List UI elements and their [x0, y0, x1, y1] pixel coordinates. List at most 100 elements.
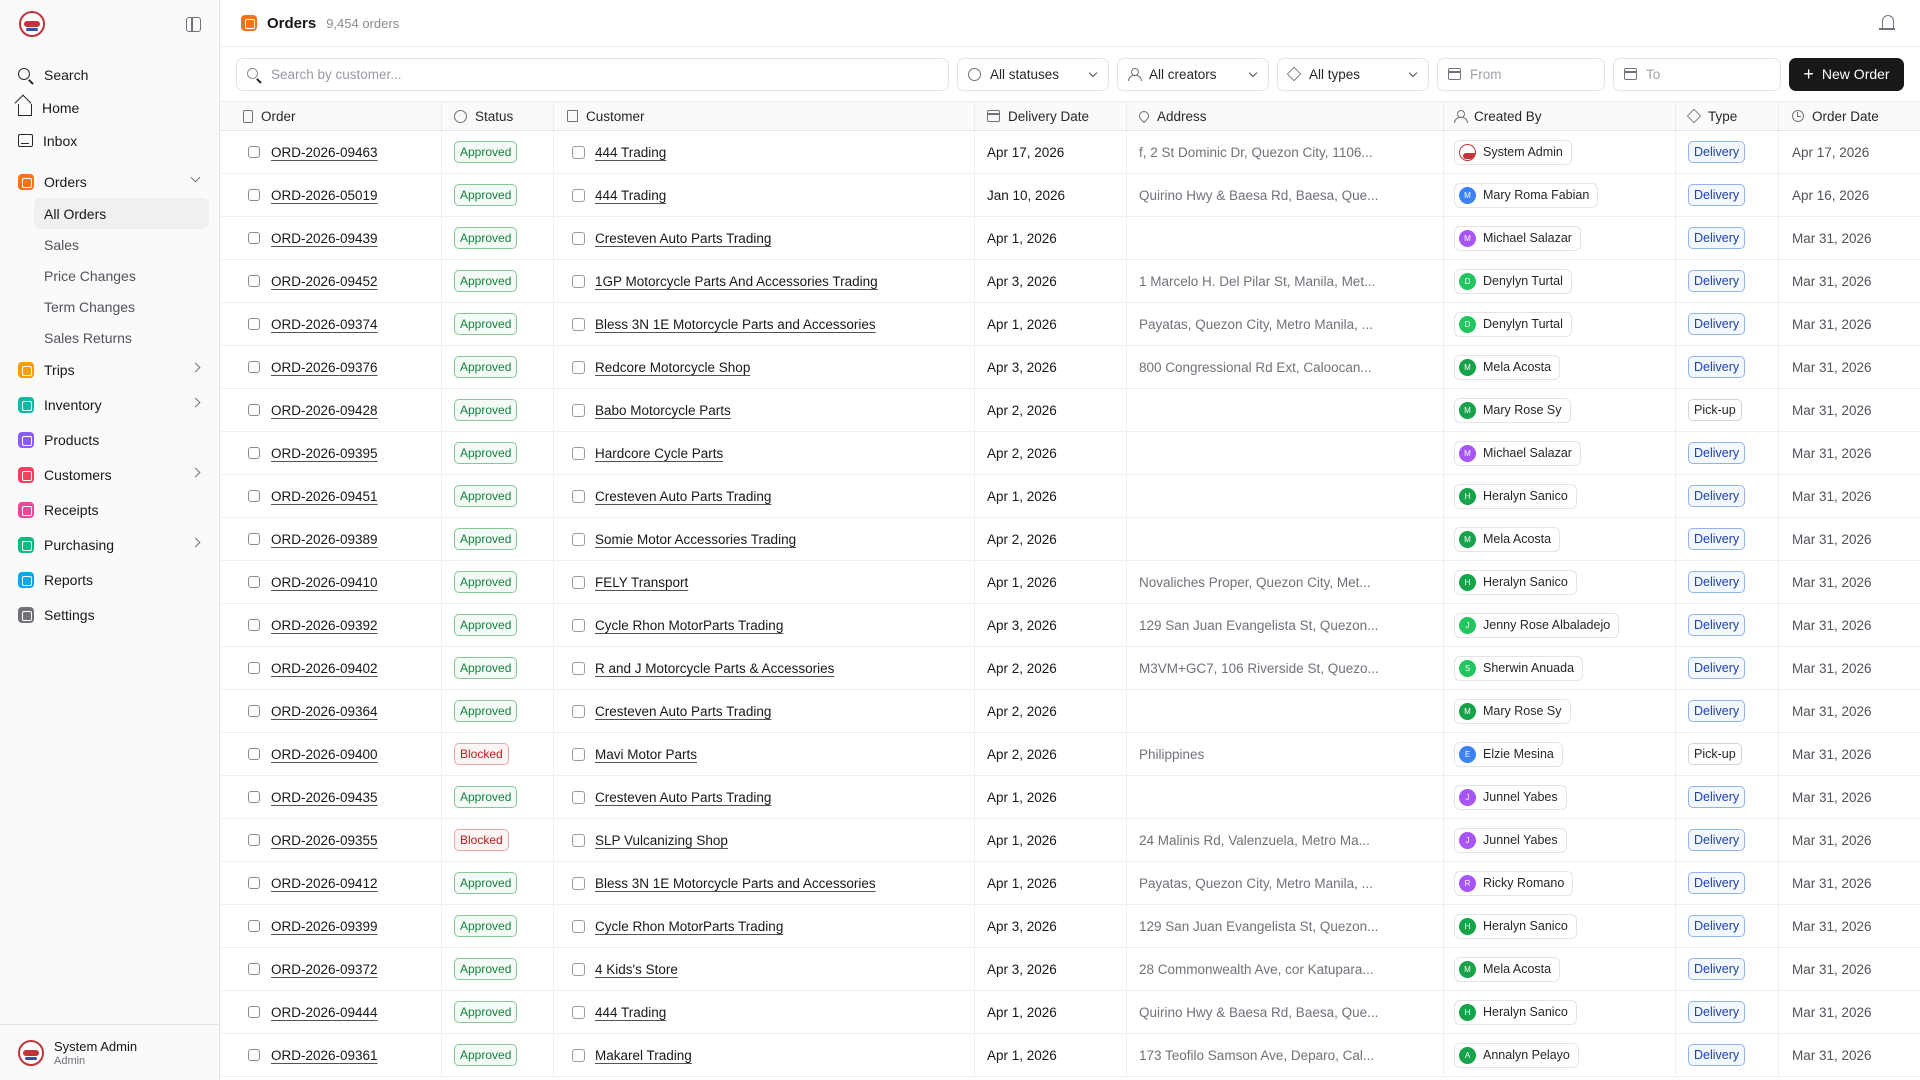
order-link[interactable]: ORD-2026-09410	[271, 575, 378, 590]
table-row[interactable]: ORD-2026-09463 Approved 444 Trading Apr 17,…	[221, 131, 1920, 174]
order-link[interactable]: ORD-2026-09374	[271, 317, 378, 332]
company-logo[interactable]	[19, 11, 45, 37]
table-row[interactable]: ORD-2026-09399 Approved Cycle Rhon MotorPa…	[221, 905, 1920, 948]
column-header-status[interactable]: Status	[442, 102, 554, 130]
order-link[interactable]: ORD-2026-09392	[271, 618, 378, 633]
sidebar-item-settings[interactable]: Settings	[10, 598, 209, 631]
user-chip[interactable]: S Sherwin Anuada	[1454, 655, 1584, 681]
creator-filter[interactable]: All creators	[1117, 57, 1269, 91]
search-input[interactable]: Search by customer...	[236, 57, 949, 91]
user-chip[interactable]: M Mela Acosta	[1454, 526, 1561, 552]
order-link[interactable]: ORD-2026-09428	[271, 403, 378, 418]
order-link[interactable]: ORD-2026-09364	[271, 704, 378, 719]
user-chip[interactable]: H Heralyn Sanico	[1454, 999, 1577, 1025]
table-row[interactable]: ORD-2026-09376 Approved Redcore Motorcycle…	[221, 346, 1920, 389]
order-link[interactable]: ORD-2026-05019	[271, 188, 378, 203]
customer-link[interactable]: Bless 3N 1E Motorcycle Parts and Accesso…	[595, 317, 876, 332]
customer-link[interactable]: Cycle Rhon MotorParts Trading	[595, 618, 783, 633]
customer-link[interactable]: Mavi Motor Parts	[595, 747, 697, 762]
customer-link[interactable]: Redcore Motorcycle Shop	[595, 360, 750, 375]
sidebar-subitem-all-orders[interactable]: All Orders	[34, 198, 209, 229]
table-row[interactable]: ORD-2026-09374 Approved Bless 3N 1E Motorc…	[221, 303, 1920, 346]
status-filter[interactable]: All statuses	[957, 57, 1109, 91]
user-chip[interactable]: A Annalyn Pelayo	[1454, 1042, 1579, 1068]
sidebar-subitem-term-changes[interactable]: Term Changes	[34, 291, 209, 322]
customer-link[interactable]: Babo Motorcycle Parts	[595, 403, 731, 418]
sidebar-item-products[interactable]: Products	[10, 423, 209, 456]
order-link[interactable]: ORD-2026-09400	[271, 747, 378, 762]
order-link[interactable]: ORD-2026-09372	[271, 962, 378, 977]
order-link[interactable]: ORD-2026-09412	[271, 876, 378, 891]
column-header-type[interactable]: Type	[1676, 102, 1779, 130]
order-link[interactable]: ORD-2026-09399	[271, 919, 378, 934]
customer-link[interactable]: Bless 3N 1E Motorcycle Parts and Accesso…	[595, 876, 876, 891]
order-link[interactable]: ORD-2026-09439	[271, 231, 378, 246]
column-header-address[interactable]: Address	[1127, 102, 1444, 130]
user-chip[interactable]: M Mela Acosta	[1454, 354, 1561, 380]
user-chip[interactable]: R Ricky Romano	[1454, 870, 1574, 896]
table-row[interactable]: ORD-2026-09435 Approved Cresteven Auto Par…	[221, 776, 1920, 819]
customer-link[interactable]: Cycle Rhon MotorParts Trading	[595, 919, 783, 934]
table-row[interactable]: ORD-2026-09361 Approved Makarel Trading Apr…	[221, 1034, 1920, 1077]
customer-link[interactable]: Somie Motor Accessories Trading	[595, 532, 796, 547]
sidebar-subitem-price-changes[interactable]: Price Changes	[34, 260, 209, 291]
type-filter[interactable]: All types	[1277, 57, 1429, 91]
customer-link[interactable]: Hardcore Cycle Parts	[595, 446, 723, 461]
sidebar-item-inbox[interactable]: Inbox	[10, 124, 209, 157]
order-link[interactable]: ORD-2026-09444	[271, 1005, 378, 1020]
table-row[interactable]: ORD-2026-09400 Blocked Mavi Motor Parts Apr…	[221, 733, 1920, 776]
user-profile[interactable]: System Admin Admin	[0, 1024, 220, 1080]
customer-link[interactable]: 4 Kids's Store	[595, 962, 678, 977]
customer-link[interactable]: R and J Motorcycle Parts & Accessories	[595, 661, 834, 676]
user-chip[interactable]: M Mary Rose Sy	[1454, 397, 1571, 423]
table-row[interactable]: ORD-2026-09444 Approved 444 Trading Apr 1, …	[221, 991, 1920, 1034]
sidebar-item-purchasing[interactable]: Purchasing	[10, 528, 209, 561]
table-row[interactable]: ORD-2026-09355 Blocked SLP Vulcanizing Sho…	[221, 819, 1920, 862]
user-chip[interactable]: M Mary Roma Fabian	[1454, 182, 1599, 208]
order-link[interactable]: ORD-2026-09361	[271, 1048, 378, 1063]
sidebar-item-inventory[interactable]: Inventory	[10, 388, 209, 421]
table-row[interactable]: ORD-2026-09389 Approved Somie Motor Access…	[221, 518, 1920, 561]
customer-link[interactable]: SLP Vulcanizing Shop	[595, 833, 728, 848]
customer-link[interactable]: 444 Trading	[595, 1005, 666, 1020]
sidebar-subitem-sales-returns[interactable]: Sales Returns	[34, 322, 209, 353]
column-header-delivery-date[interactable]: Delivery Date	[975, 102, 1127, 130]
customer-link[interactable]: Makarel Trading	[595, 1048, 692, 1063]
user-chip[interactable]: D Denylyn Turtal	[1454, 311, 1572, 337]
table-row[interactable]: ORD-2026-09412 Approved Bless 3N 1E Motorc…	[221, 862, 1920, 905]
order-link[interactable]: ORD-2026-09402	[271, 661, 378, 676]
order-link[interactable]: ORD-2026-09389	[271, 532, 378, 547]
column-header-order-date[interactable]: Order Date	[1779, 102, 1920, 130]
table-row[interactable]: ORD-2026-09372 Approved 4 Kids's Store Apr …	[221, 948, 1920, 991]
user-chip[interactable]: System Admin	[1454, 139, 1572, 165]
user-chip[interactable]: M Mary Rose Sy	[1454, 698, 1571, 724]
customer-link[interactable]: Cresteven Auto Parts Trading	[595, 790, 771, 805]
sidebar-item-customers[interactable]: Customers	[10, 458, 209, 491]
column-header-customer[interactable]: Customer	[554, 102, 975, 130]
user-chip[interactable]: E Elzie Mesina	[1454, 741, 1563, 767]
table-row[interactable]: ORD-2026-09410 Approved FELY Transport Apr …	[221, 561, 1920, 604]
sidebar-item-trips[interactable]: Trips	[10, 353, 209, 386]
sidebar-item-reports[interactable]: Reports	[10, 563, 209, 596]
bell-icon[interactable]	[1879, 15, 1895, 30]
table-row[interactable]: ORD-2026-09452 Approved 1GP Motorcycle Par…	[221, 260, 1920, 303]
table-row[interactable]: ORD-2026-09392 Approved Cycle Rhon MotorPa…	[221, 604, 1920, 647]
sidebar-item-home[interactable]: Home	[10, 91, 209, 124]
table-row[interactable]: ORD-2026-09428 Approved Babo Motorcycle Pa…	[221, 389, 1920, 432]
order-link[interactable]: ORD-2026-09395	[271, 446, 378, 461]
customer-link[interactable]: 444 Trading	[595, 145, 666, 160]
user-chip[interactable]: M Michael Salazar	[1454, 440, 1581, 466]
table-row[interactable]: ORD-2026-09402 Approved R and J Motorcycle…	[221, 647, 1920, 690]
sidebar-item-search[interactable]: Search	[10, 58, 209, 91]
order-link[interactable]: ORD-2026-09452	[271, 274, 378, 289]
order-link[interactable]: ORD-2026-09376	[271, 360, 378, 375]
order-link[interactable]: ORD-2026-09435	[271, 790, 378, 805]
user-chip[interactable]: M Mela Acosta	[1454, 956, 1561, 982]
customer-link[interactable]: 444 Trading	[595, 188, 666, 203]
user-chip[interactable]: H Heralyn Sanico	[1454, 483, 1577, 509]
user-chip[interactable]: J Jenny Rose Albaladejo	[1454, 612, 1620, 638]
column-header-created-by[interactable]: Created By	[1444, 102, 1676, 130]
user-chip[interactable]: D Denylyn Turtal	[1454, 268, 1572, 294]
customer-link[interactable]: Cresteven Auto Parts Trading	[595, 704, 771, 719]
order-link[interactable]: ORD-2026-09355	[271, 833, 378, 848]
